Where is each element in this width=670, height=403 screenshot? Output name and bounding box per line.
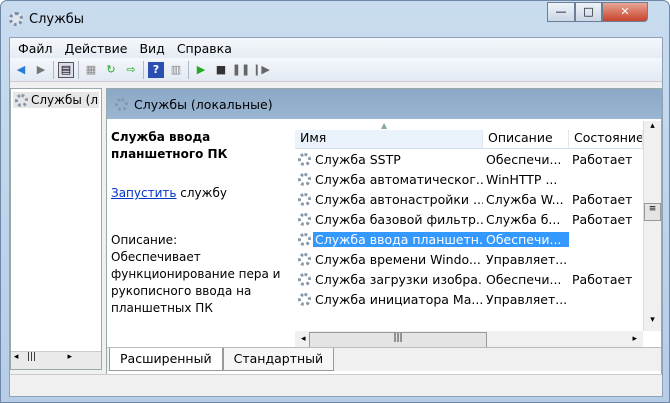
service-name: Служба SSTP xyxy=(315,151,401,167)
gear-icon xyxy=(298,192,311,206)
sort-ascending-icon: ▲ xyxy=(381,121,388,130)
service-description: WinHTTP ... xyxy=(486,171,558,187)
name-cell: Служба инициатора Ма... xyxy=(295,292,483,307)
tab-standard[interactable]: Стандартный xyxy=(222,348,335,371)
gear-icon xyxy=(298,152,311,166)
name-cell: Служба автонастройки ... xyxy=(295,192,483,207)
menu-action[interactable]: Действие xyxy=(59,41,134,56)
table-row[interactable]: Служба SSTP Обеспечи... Работает xyxy=(295,149,661,169)
services-panel: Службы (локальные) Служба ввода планшетн… xyxy=(106,88,662,394)
gear-icon xyxy=(298,292,311,306)
name-cell: Служба времени Windo... xyxy=(295,252,483,267)
menu-file[interactable]: Файл xyxy=(12,41,59,56)
client-area: Файл Действие Вид Справка ◀ ▶ ▤ ▦ ↻ ⇨ ? … xyxy=(9,37,663,397)
table-row[interactable]: Служба времени Windo... Управляет... xyxy=(295,249,661,269)
vertical-scrollbar[interactable]: ▴ ≡ ▾ xyxy=(643,121,661,331)
view-tabs: Расширенный Стандартный xyxy=(107,347,661,371)
service-state: Работает xyxy=(572,151,633,167)
services-gear-icon xyxy=(9,12,23,26)
service-description: Обеспечи... xyxy=(486,271,562,287)
tree-horizontal-scrollbar[interactable]: ◂ ||| ▸ xyxy=(11,351,101,369)
service-detail: Служба ввода планшетного ПК Запустить сл… xyxy=(107,121,295,341)
panel-header: Службы (локальные) xyxy=(107,89,661,119)
service-name: Служба базовой фильтр... xyxy=(315,211,483,227)
list-header: ▲ Имя Описание Состояние xyxy=(295,121,661,149)
name-cell: Служба базовой фильтр... xyxy=(295,212,483,227)
gear-icon xyxy=(298,272,311,286)
service-description: Управляет... xyxy=(486,251,568,267)
menu-view[interactable]: Вид xyxy=(133,41,170,56)
service-state: Работает xyxy=(572,271,633,287)
service-description: Обеспечи... xyxy=(483,231,569,247)
refresh-icon[interactable]: ↻ xyxy=(103,62,119,78)
gear-icon xyxy=(15,93,28,107)
service-name: Служба ввода планшетн... xyxy=(313,231,483,247)
maximize-button[interactable]: □ xyxy=(575,2,602,22)
menu-help[interactable]: Справка xyxy=(171,41,238,56)
gear-icon xyxy=(115,97,128,111)
properties-icon[interactable]: ▦ xyxy=(83,62,99,78)
service-name: Служба автонастройки ... xyxy=(315,191,483,207)
services-list: ▲ Имя Описание Состояние Служба SSTP Обес… xyxy=(295,121,661,349)
name-cell: Служба автоматическог... xyxy=(295,172,483,187)
export-list-icon[interactable]: ⇨ xyxy=(123,62,139,78)
gear-icon xyxy=(298,232,311,246)
service-description: Служба б... xyxy=(486,211,561,227)
table-row[interactable]: Служба загрузки изобра... Обеспечи... Рабо… xyxy=(295,269,661,289)
menu-bar: Файл Действие Вид Справка xyxy=(10,38,662,58)
window-title: Службы xyxy=(29,11,85,27)
name-cell: Служба SSTP xyxy=(295,152,483,167)
table-row[interactable]: Служба автоматическог... WinHTTP ... xyxy=(295,169,661,189)
tab-extended[interactable]: Расширенный xyxy=(109,348,223,371)
toolbar: ◀ ▶ ▤ ▦ ↻ ⇨ ? ▥ ▶ ■ ❚❚ ❙▶ xyxy=(10,58,662,82)
gear-icon xyxy=(298,212,311,226)
gear-icon xyxy=(298,172,311,186)
table-row[interactable]: Служба инициатора Ма... Управляет... xyxy=(295,289,661,309)
column-name[interactable]: Имя xyxy=(295,130,483,148)
action-text: службу xyxy=(176,186,227,200)
service-name: Служба инициатора Ма... xyxy=(315,291,483,307)
tree-pane: Службы (л ◂ ||| ▸ xyxy=(10,88,102,370)
service-name: Служба загрузки изобра... xyxy=(315,271,483,287)
service-state: Работает xyxy=(572,191,633,207)
pause-service-icon[interactable]: ❚❚ xyxy=(232,62,250,78)
service-title: Служба ввода планшетного ПК xyxy=(111,130,228,161)
table-row[interactable]: Служба ввода планшетн... Обеспечи... xyxy=(295,229,661,249)
window: Службы — □ ✕ Файл Действие Вид Справка ◀… xyxy=(0,0,670,403)
gear-icon xyxy=(298,252,311,266)
title-bar: Службы xyxy=(9,7,84,31)
start-service-icon[interactable]: ▶ xyxy=(193,62,209,78)
service-name: Служба времени Windo... xyxy=(315,251,481,267)
status-bar xyxy=(10,374,662,396)
show-hide-tree-icon[interactable]: ▤ xyxy=(58,61,74,78)
tree-item-services[interactable]: Службы (л xyxy=(13,92,99,108)
back-arrow-icon[interactable]: ◀ xyxy=(13,62,29,78)
name-cell: Служба ввода планшетн... xyxy=(295,231,483,247)
start-service-link[interactable]: Запустить xyxy=(111,186,176,200)
description-label: Описание: xyxy=(111,233,178,247)
close-button[interactable]: ✕ xyxy=(602,2,648,22)
column-description[interactable]: Описание xyxy=(483,130,569,148)
resume-service-icon[interactable]: ❙▶ xyxy=(252,62,270,78)
name-cell: Служба загрузки изобра... xyxy=(295,272,483,287)
action-pane-icon[interactable]: ▥ xyxy=(168,62,184,78)
table-row[interactable]: Служба автонастройки ... Служба W... Работ… xyxy=(295,189,661,209)
column-state[interactable]: Состояние xyxy=(569,130,643,148)
forward-arrow-icon[interactable]: ▶ xyxy=(33,62,49,78)
description-text: Обеспечивает функционирование пера и рук… xyxy=(111,250,281,315)
service-name: Служба автоматическог... xyxy=(315,171,483,187)
minimize-button[interactable]: — xyxy=(547,2,575,22)
panel-header-title: Службы (локальные) xyxy=(134,96,273,112)
tree-item-label: Службы (л xyxy=(31,93,99,107)
service-description: Служба W... xyxy=(486,191,564,207)
service-description: Обеспечи... xyxy=(486,151,562,167)
stop-service-icon[interactable]: ■ xyxy=(213,62,229,78)
service-state: Работает xyxy=(572,211,633,227)
help-icon[interactable]: ? xyxy=(148,61,164,78)
table-row[interactable]: Служба базовой фильтр... Служба б... Работ… xyxy=(295,209,661,229)
service-description: Управляет... xyxy=(486,291,568,307)
